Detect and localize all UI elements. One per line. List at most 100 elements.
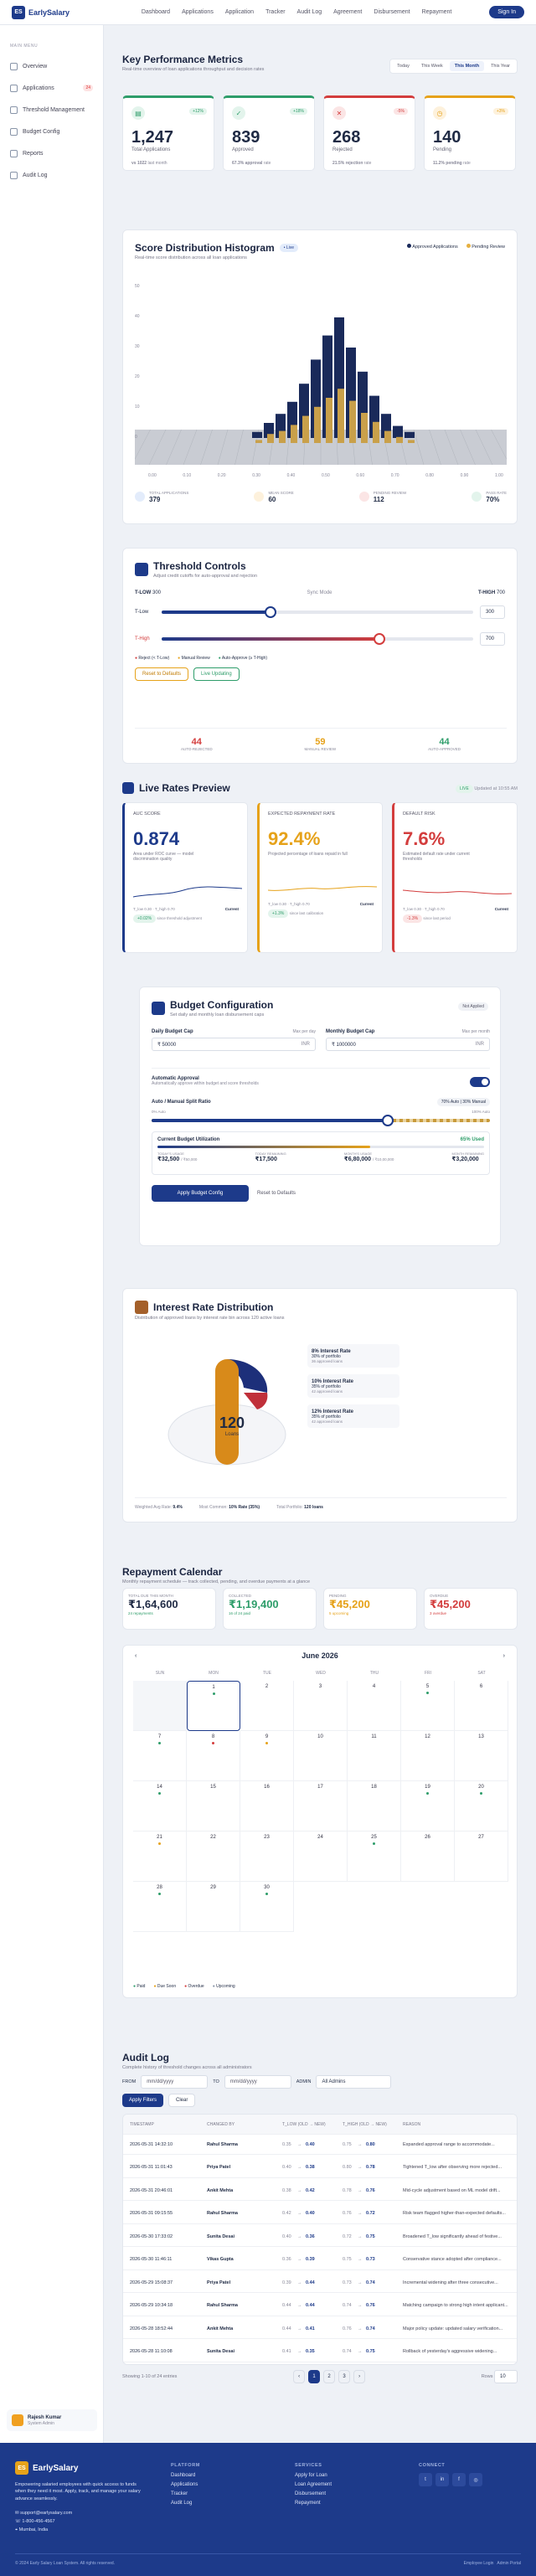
calendar-day[interactable]: 19 [401,1781,455,1832]
calendar-day[interactable]: 10 [294,1731,348,1781]
nav-link-audit-log[interactable]: Audit Log [297,9,322,15]
prev-month-button[interactable]: ‹ [135,1653,137,1659]
user-profile[interactable]: Rajesh Kumar System Admin [7,2409,97,2431]
footer-link-tracker[interactable]: Tracker [171,2491,200,2496]
sidebar-item-audit-log[interactable]: Audit Log [0,164,103,186]
nav-link-repayment[interactable]: Repayment [422,9,452,15]
nav-link-agreement[interactable]: Agreement [333,9,362,15]
clear-filters-button[interactable]: Clear [168,2094,196,2107]
nav-link-dashboard[interactable]: Dashboard [142,9,170,15]
reset-threshold-button[interactable]: Reset to Defaults [135,667,189,681]
twitter-icon[interactable]: t [419,2473,432,2486]
calendar-day[interactable]: 1 [187,1681,240,1731]
page-2[interactable]: 2 [323,2370,336,2383]
calendar-day[interactable]: 22 [187,1832,240,1882]
nav-link-disbursement[interactable]: Disbursement [374,9,410,15]
brand-logo[interactable]: ES EarlySalary [12,5,104,19]
calendar-day[interactable]: 23 [240,1832,294,1882]
thigh-input[interactable]: 700 [480,632,505,646]
period-month[interactable]: This Month [449,61,485,71]
calendar-day[interactable]: 16 [240,1781,294,1832]
calendar-day[interactable]: 26 [401,1832,455,1882]
calendar-day[interactable]: 27 [455,1832,508,1882]
footer-link-apply[interactable]: Apply for Loan [295,2473,332,2478]
calendar-day[interactable]: 17 [294,1781,348,1832]
apply-filters-button[interactable]: Apply Filters [122,2094,164,2107]
sync-toggle[interactable]: Sync Mode [307,590,332,595]
calendar-day[interactable]: 18 [348,1781,401,1832]
footer-link-agreement[interactable]: Loan Agreement [295,2482,332,2487]
calendar-day[interactable]: 6 [455,1681,508,1731]
admin-portal-link[interactable]: Admin Portal [497,2561,521,2566]
sidebar-item-threshold[interactable]: Threshold Management [0,99,103,121]
monthly-cap-input[interactable]: ₹ 1000000 INR [326,1038,490,1051]
footer-phone[interactable]: ☏ 1-800-456-4567 [15,2519,141,2524]
calendar-day[interactable]: 20 [455,1781,508,1832]
table-row[interactable]: 2026-05-31 11:01:43 Priya Patel 0.40 → 0.38 0… [123,2158,517,2178]
table-row[interactable]: 2026-05-30 17:33:02 Sunita Desai 0.40 → 0.36… [123,2227,517,2247]
period-week[interactable]: This Week [416,61,448,71]
thigh-slider[interactable] [162,633,473,645]
table-row[interactable]: 2026-05-29 15:08:37 Priya Patel 0.39 → 0.44 0… [123,2273,517,2293]
calendar-day[interactable]: 30 [240,1882,294,1932]
tlow-input[interactable]: 300 [480,605,505,619]
calendar-day[interactable]: 3 [294,1681,348,1731]
facebook-icon[interactable]: f [452,2473,466,2486]
calendar-day[interactable]: 13 [455,1731,508,1781]
page-3[interactable]: 3 [338,2370,351,2383]
calendar-day[interactable]: 28 [133,1882,187,1932]
period-today[interactable]: Today [392,61,415,71]
footer-link-applications[interactable]: Applications [171,2482,200,2487]
reset-budget-button[interactable]: Reset to Defaults [257,1191,296,1196]
linkedin-icon[interactable]: in [436,2473,449,2486]
calendar-day[interactable]: 29 [187,1882,240,1932]
split-ratio-slider[interactable] [152,1115,490,1126]
daily-cap-input[interactable]: ₹ 50000 INR [152,1038,316,1051]
footer-email[interactable]: ✉ support@earlysalary.com [15,2511,141,2516]
nav-link-application[interactable]: Application [225,9,254,15]
employee-login-link[interactable]: Employee Login [464,2561,494,2566]
auto-approval-toggle[interactable] [470,1077,490,1087]
calendar-day[interactable]: 8 [187,1731,240,1781]
table-row[interactable]: 2026-05-31 09:15:55 Rahul Sharma 0.42 → 0.40… [123,2204,517,2224]
table-row[interactable]: 2026-05-30 11:46:11 Vikas Gupta 0.36 → 0.39 0… [123,2250,517,2270]
page-1[interactable]: 1 [308,2370,321,2383]
calendar-day[interactable]: 5 [401,1681,455,1731]
apply-budget-button[interactable]: Apply Budget Config [152,1185,249,1202]
calendar-day[interactable]: 2 [240,1681,294,1731]
calendar-day[interactable]: 14 [133,1781,187,1832]
instagram-icon[interactable]: ◎ [469,2473,482,2486]
to-date-input[interactable]: mm/dd/yyyy [224,2075,291,2089]
calendar-day[interactable]: 7 [133,1731,187,1781]
rows-per-page-select[interactable]: 10 [493,2370,518,2383]
from-date-input[interactable]: mm/dd/yyyy [141,2075,209,2089]
table-row[interactable]: 2026-05-31 20:46:01 Ankit Mehta 0.38 → 0.42 0… [123,2181,517,2201]
admin-select[interactable]: All Admins [316,2075,392,2089]
prev-page-button[interactable]: ‹ [293,2370,306,2383]
calendar-day[interactable]: 25 [348,1832,401,1882]
live-update-toggle[interactable]: Live Updating [193,667,240,681]
footer-link-repayment[interactable]: Repayment [295,2501,332,2506]
nav-link-tracker[interactable]: Tracker [265,9,285,15]
sidebar-item-overview[interactable]: Overview [0,55,103,77]
calendar-day[interactable]: 9 [240,1731,294,1781]
calendar-day[interactable]: 21 [133,1832,187,1882]
calendar-day[interactable]: 15 [187,1781,240,1832]
table-row[interactable]: 2026-05-29 10:34:18 Rahul Sharma 0.44 → 0.44… [123,2296,517,2316]
sidebar-item-applications[interactable]: Applications 24 [0,77,103,99]
calendar-day[interactable]: 11 [348,1731,401,1781]
footer-link-disbursement[interactable]: Disbursement [295,2491,332,2496]
calendar-day[interactable]: 4 [348,1681,401,1731]
table-row[interactable]: 2026-05-28 18:52:44 Ankit Mehta 0.44 → 0.41 0… [123,2319,517,2339]
calendar-day[interactable]: 24 [294,1832,348,1882]
sign-in-button[interactable]: Sign In [489,6,524,18]
table-row[interactable]: 2026-05-31 14:32:10 Rahul Sharma 0.35 → 0.40… [123,2135,517,2155]
tlow-slider[interactable] [162,606,473,618]
footer-link-audit-log[interactable]: Audit Log [171,2501,200,2506]
table-row[interactable]: 2026-05-28 11:10:08 Sunita Desai 0.41 → 0.35… [123,2342,517,2362]
footer-link-dashboard[interactable]: Dashboard [171,2473,200,2478]
next-page-button[interactable]: › [353,2370,366,2383]
calendar-day[interactable]: 12 [401,1731,455,1781]
nav-link-applications[interactable]: Applications [182,9,214,15]
period-year[interactable]: This Year [486,61,515,71]
